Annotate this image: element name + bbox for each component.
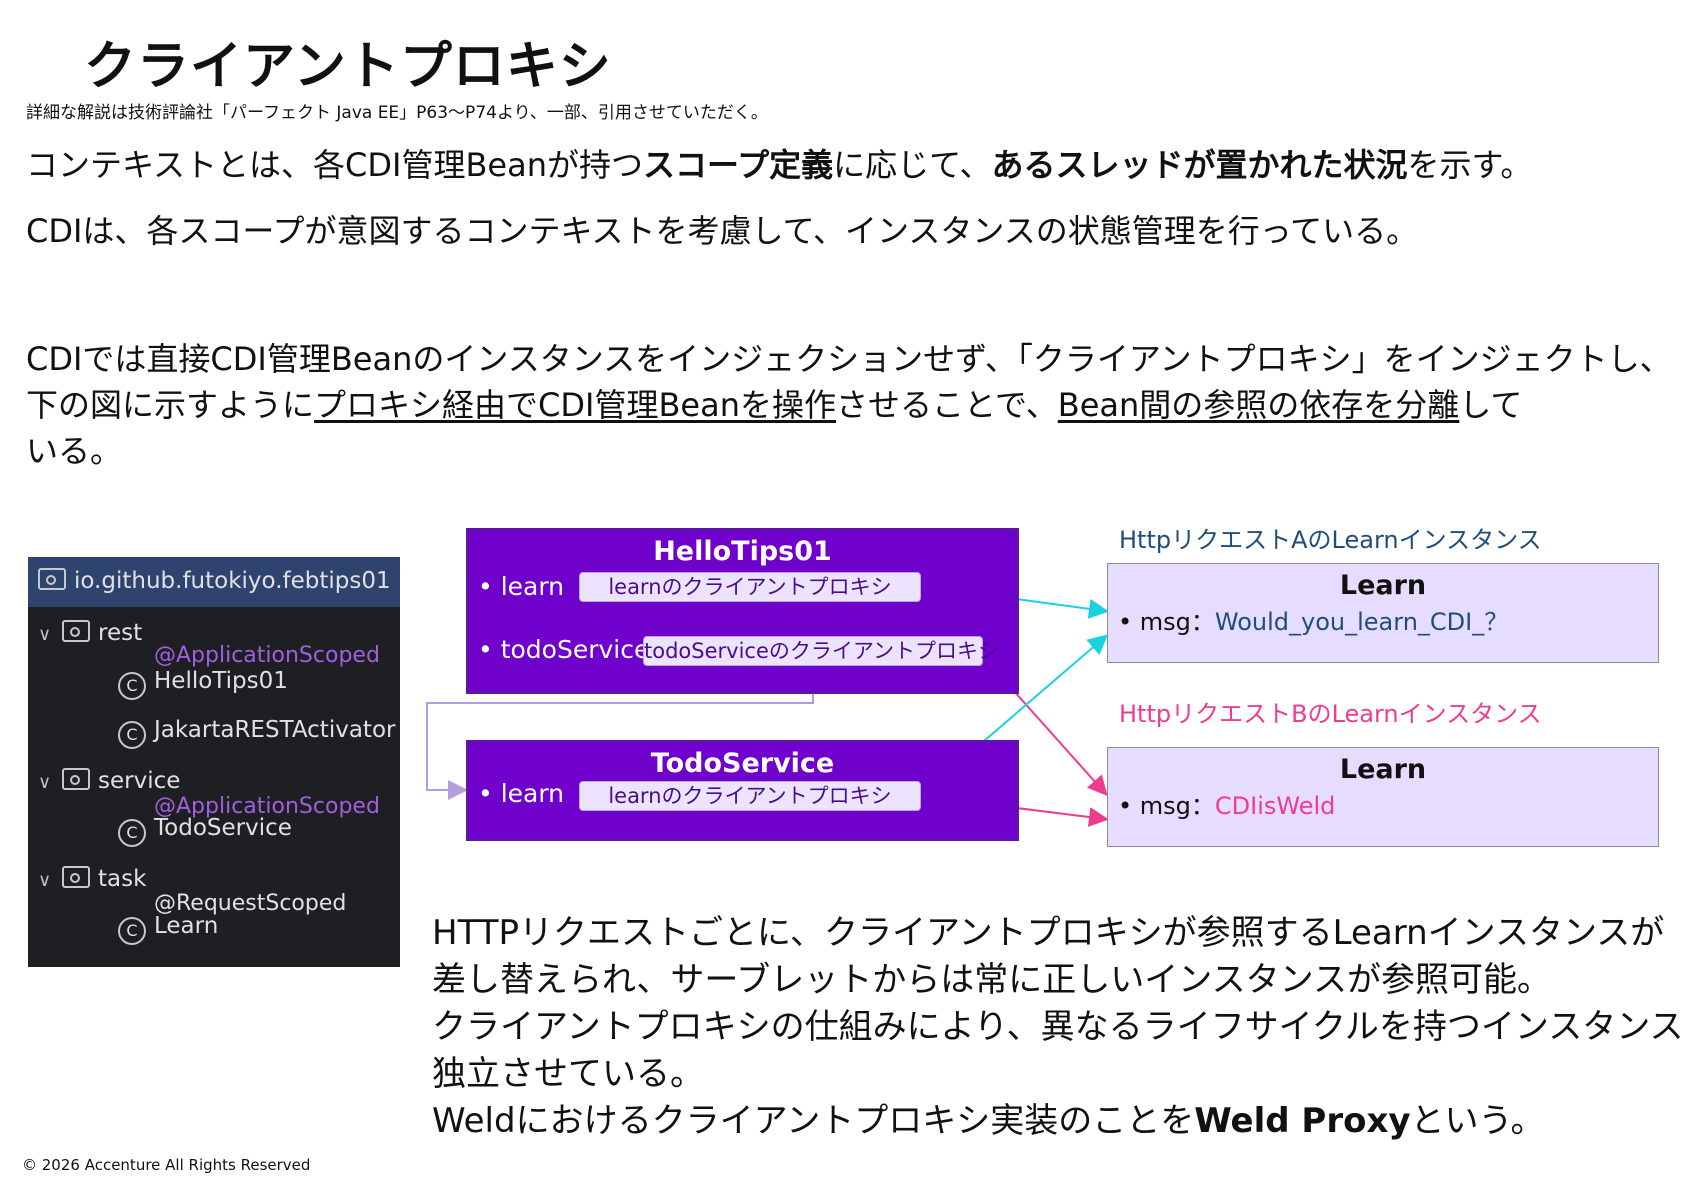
field-learn: • learn [478,779,565,808]
proxy-learn: learnのクライアントプロキシ [579,781,921,811]
msg-label: • msg： [1118,792,1215,820]
bean-hellotips01: HelloTips01 • learn learnのクライアントプロキシ • t… [466,528,1019,694]
bean-todoservice: TodoService • learn learnのクライアントプロキシ [466,740,1019,841]
instance-title: Learn [1339,754,1427,785]
l5-bold-weld-proxy: Weld Proxy [1194,1101,1411,1141]
field-learn: • learn [478,572,565,601]
explanation-line-2: 差し替えられ、サーブレットからは常に正しいインスタンスが参照可能。 [432,960,1551,1000]
learn-instance-a: Learn • msg：Would_you_learn_CDI_？ [1107,563,1659,663]
msg-value: Would_you_learn_CDI_？ [1214,608,1509,636]
proxy-learn: learnのクライアントプロキシ [579,572,921,602]
explanation-line-4: 独立させている。 [432,1054,704,1094]
bean-title: TodoService [650,748,835,779]
l5-text-c: という。 [1410,1101,1545,1141]
instance-msg: • msg：Would_you_learn_CDI_？ [1118,602,1508,637]
msg-value: CDIisWeld [1214,792,1336,820]
explanation-line-3: クライアントプロキシの仕組みにより、異なるライフサイクルを持つインスタンスを [432,1007,1684,1047]
field-todoservice: • todoService [478,635,650,664]
caption-instance-b: HttpリクエストBのLearnインスタンス [1119,700,1542,728]
instance-msg: • msg：CDIisWeld [1118,786,1335,821]
bean-title: HelloTips01 [653,536,832,567]
caption-instance-a: HttpリクエストAのLearnインスタンス [1119,526,1542,554]
proxy-todoservice: todoServiceのクライアントプロキシ [643,636,999,666]
learn-instance-b: Learn • msg：CDIisWeld [1107,747,1659,847]
copyright: © 2026 Accenture All Rights Reserved [22,1156,311,1174]
explanation-line-1: HTTPリクエストごとに、クライアントプロキシが参照するLearnインスタンスが [432,913,1665,953]
explanation-line-5: Weldにおけるクライアントプロキシ実装のことをWeld Proxyという。 [432,1098,1684,1145]
msg-label: • msg： [1118,608,1215,636]
instance-title: Learn [1339,570,1427,601]
explanation-paragraph: HTTPリクエストごとに、クライアントプロキシが参照するLearnインスタンスが… [432,910,1684,1145]
l5-text-a: Weldにおけるクライアントプロキシ実装のことを [432,1101,1195,1141]
